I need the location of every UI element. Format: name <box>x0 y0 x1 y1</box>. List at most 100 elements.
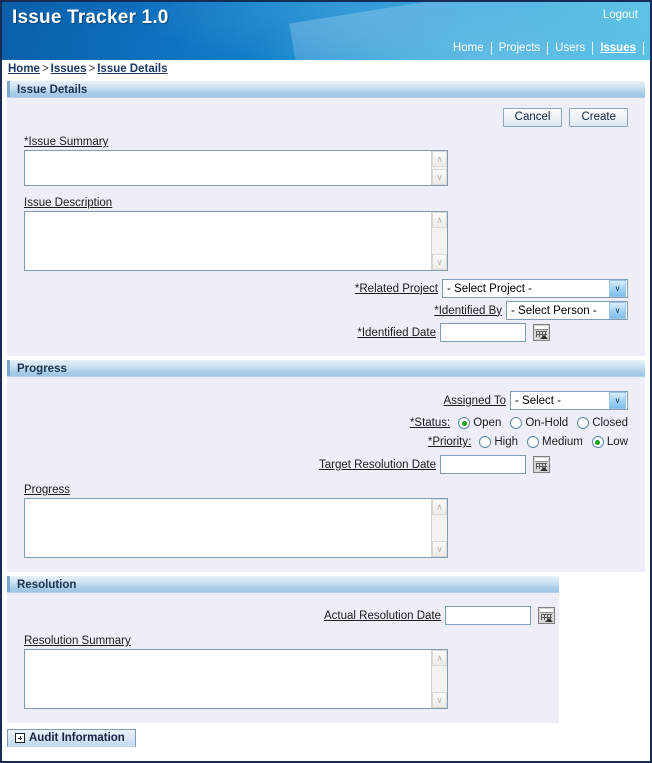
section-body-resolution: Actual Resolution Date Resolution Summar… <box>7 593 559 723</box>
field-resolution-summary: Resolution Summary ∧ ∨ <box>7 625 559 709</box>
priority-radio-low[interactable]: Low <box>592 436 628 448</box>
nav-item-home[interactable]: Home <box>446 42 492 55</box>
section-progress: Progress Assigned To - Select - ∨ *Statu… <box>7 359 645 572</box>
calendar-icon[interactable] <box>533 324 550 341</box>
radio-icon[interactable] <box>479 436 491 448</box>
calendar-icon[interactable] <box>538 607 555 624</box>
field-assigned-to: Assigned To - Select - ∨ <box>7 391 645 410</box>
top-navigation: Home Projects Users Issues <box>446 42 644 55</box>
status-radio-on-hold[interactable]: On-Hold <box>510 417 568 429</box>
priority-radio-medium[interactable]: Medium <box>527 436 583 448</box>
progress-notes-input-wrapper: ∧ ∨ <box>24 498 448 558</box>
section-title-issue-details: Issue Details <box>7 80 645 98</box>
issue-summary-input-wrapper: ∧ ∨ <box>24 150 448 186</box>
label-identified-by: *Identified By <box>434 305 502 317</box>
field-related-project: *Related Project - Select Project - ∨ <box>7 279 645 298</box>
related-project-select[interactable]: - Select Project - ∨ <box>442 279 628 298</box>
issue-description-scrollbar[interactable]: ∧ ∨ <box>431 212 447 270</box>
radio-icon-selected[interactable] <box>592 436 604 448</box>
section-title-resolution: Resolution <box>7 575 559 593</box>
plus-icon[interactable] <box>15 733 25 743</box>
label-priority: *Priority: <box>428 436 471 448</box>
logout-link[interactable]: Logout <box>603 9 638 21</box>
calendar-triangle <box>540 467 548 471</box>
cancel-button[interactable]: Cancel <box>503 108 563 127</box>
calendar-icon[interactable] <box>533 456 550 473</box>
actual-resolution-date-input[interactable] <box>445 606 531 625</box>
priority-option-label-high: High <box>494 436 518 448</box>
calendar-triangle <box>540 335 548 339</box>
scroll-down-icon[interactable]: ∨ <box>432 541 447 557</box>
label-progress-notes: Progress <box>24 484 70 496</box>
issue-details-button-bar: Cancel Create <box>7 104 645 129</box>
issue-tracker-window: Issue Tracker 1.0 Logout Home Projects U… <box>0 0 652 763</box>
label-target-resolution-date: Target Resolution Date <box>319 459 436 471</box>
status-option-label-on-hold: On-Hold <box>525 417 568 429</box>
status-radio-closed[interactable]: Closed <box>577 417 628 429</box>
audit-information-toggle[interactable]: Audit Information <box>7 729 136 747</box>
status-radio-open[interactable]: Open <box>458 417 501 429</box>
nav-item-projects[interactable]: Projects <box>492 42 549 55</box>
caret-down-glyph: ∨ <box>436 258 443 267</box>
progress-notes-input[interactable] <box>25 499 431 557</box>
label-related-project: *Related Project <box>355 283 438 295</box>
breadcrumb: Home>Issues>Issue Details <box>2 60 650 80</box>
radio-icon-selected[interactable] <box>458 417 470 429</box>
scroll-down-icon[interactable]: ∨ <box>432 169 447 185</box>
breadcrumb-issue-details[interactable]: Issue Details <box>97 63 167 75</box>
caret-up-glyph: ∧ <box>436 155 443 164</box>
audit-information-label: Audit Information <box>29 732 125 744</box>
target-resolution-date-input[interactable] <box>440 455 526 474</box>
identified-date-input[interactable] <box>440 323 526 342</box>
progress-notes-scrollbar[interactable]: ∧ ∨ <box>431 499 447 557</box>
chevron-down-icon[interactable]: ∨ <box>609 280 626 297</box>
chevron-glyph: ∨ <box>615 284 621 293</box>
breadcrumb-home[interactable]: Home <box>8 63 40 75</box>
label-identified-date: *Identified Date <box>357 327 436 339</box>
resolution-summary-scrollbar[interactable]: ∧ ∨ <box>431 650 447 708</box>
status-option-label-closed: Closed <box>592 417 628 429</box>
assigned-to-select[interactable]: - Select - ∨ <box>510 391 628 410</box>
priority-radio-high[interactable]: High <box>479 436 518 448</box>
nav-item-users[interactable]: Users <box>548 42 593 55</box>
radio-icon[interactable] <box>510 417 522 429</box>
priority-option-label-medium: Medium <box>542 436 583 448</box>
breadcrumb-issues[interactable]: Issues <box>51 63 87 75</box>
identified-by-select[interactable]: - Select Person - ∨ <box>506 301 628 320</box>
section-body-issue-details: Cancel Create *Issue Summary ∧ ∨ Issue D… <box>7 98 645 356</box>
issue-summary-scrollbar[interactable]: ∧ ∨ <box>431 151 447 185</box>
caret-down-glyph: ∨ <box>436 545 443 554</box>
scroll-down-icon[interactable]: ∨ <box>432 254 447 270</box>
label-actual-resolution-date: Actual Resolution Date <box>324 610 441 622</box>
radio-icon[interactable] <box>577 417 589 429</box>
resolution-summary-input[interactable] <box>25 650 431 708</box>
issue-details-bottom-spacer <box>7 342 645 348</box>
assigned-to-selected-value: - Select - <box>515 395 567 407</box>
scroll-up-icon[interactable]: ∧ <box>432 212 447 228</box>
issue-description-input[interactable] <box>25 212 431 270</box>
label-issue-description: Issue Description <box>24 197 112 209</box>
audit-information-bar: Audit Information <box>7 729 650 748</box>
scroll-up-icon[interactable]: ∧ <box>432 151 447 167</box>
field-status: *Status: Open On-Hold Closed <box>7 417 645 429</box>
radio-icon[interactable] <box>527 436 539 448</box>
section-title-progress: Progress <box>7 359 645 377</box>
section-issue-details: Issue Details Cancel Create *Issue Summa… <box>7 80 645 356</box>
chevron-down-icon[interactable]: ∨ <box>609 392 626 409</box>
issue-summary-input[interactable] <box>25 151 431 185</box>
chevron-down-icon[interactable]: ∨ <box>609 302 626 319</box>
priority-option-label-low: Low <box>607 436 628 448</box>
label-issue-summary: *Issue Summary <box>24 136 108 148</box>
label-assigned-to: Assigned To <box>444 395 506 407</box>
label-resolution-summary: Resolution Summary <box>24 635 131 647</box>
field-priority: *Priority: High Medium Low <box>7 436 645 448</box>
scroll-up-icon[interactable]: ∧ <box>432 499 447 515</box>
nav-item-issues[interactable]: Issues <box>593 42 644 55</box>
field-issue-summary: *Issue Summary ∧ ∨ <box>7 129 645 186</box>
create-button[interactable]: Create <box>569 108 628 127</box>
scroll-down-icon[interactable]: ∨ <box>432 692 447 708</box>
label-status: *Status: <box>410 417 450 429</box>
scroll-up-icon[interactable]: ∧ <box>432 650 447 666</box>
identified-by-selected-value: - Select Person - <box>511 305 603 317</box>
section-resolution: Resolution Actual Resolution Date Resolu… <box>7 575 559 723</box>
